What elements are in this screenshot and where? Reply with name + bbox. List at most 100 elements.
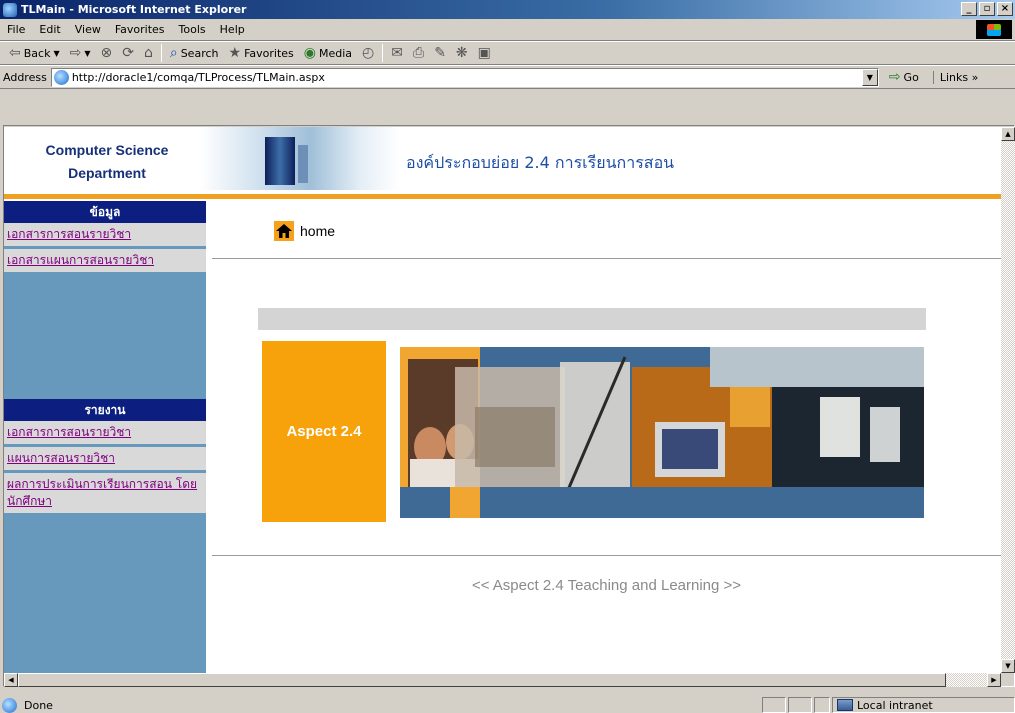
media-button[interactable]: ◉ Media — [299, 45, 357, 61]
discuss-icon: ❋ — [455, 45, 468, 61]
sidebar-heading-report: รายงาน — [4, 399, 206, 421]
home-link[interactable]: home — [274, 221, 335, 241]
home-icon: ⌂ — [143, 45, 153, 61]
sidebar-link-teaching-docs[interactable]: เอกสารการสอนรายวิชา — [4, 223, 206, 249]
header-divider — [4, 194, 1001, 199]
back-dropdown-icon: ▼ — [53, 48, 60, 58]
status-cell — [762, 697, 786, 713]
dept-line1: Computer Science — [45, 142, 169, 158]
home-label: home — [300, 223, 336, 239]
mail-icon: ✉ — [391, 45, 403, 61]
zone-label: Local intranet — [857, 698, 933, 712]
favorites-icon: ★ — [228, 45, 242, 61]
scroll-left-icon[interactable]: ◀ — [4, 673, 18, 687]
menu-edit[interactable]: Edit — [32, 23, 67, 36]
edit-icon: ✎ — [434, 45, 446, 61]
window-title-bar: TLMain - Microsoft Internet Explorer _ ▫… — [0, 0, 1015, 19]
address-dropdown-icon[interactable]: ▼ — [861, 68, 878, 86]
gray-banner-bar — [258, 308, 926, 330]
sidebar-link-teaching-plan-docs[interactable]: เอกสารแผนการสอนรายวิชา — [4, 249, 206, 275]
favorites-label: Favorites — [244, 46, 294, 60]
media-icon: ◉ — [303, 45, 316, 61]
favorites-button[interactable]: ★ Favorites — [224, 45, 299, 61]
page-header: Computer Science Department องค์ประกอบย่… — [4, 127, 1001, 194]
go-button[interactable]: ⇨ Go — [889, 69, 919, 85]
maximize-button[interactable]: ▫ — [979, 2, 995, 16]
sidebar-link-report-teaching-plan[interactable]: แผนการสอนรายวิชา — [4, 447, 206, 473]
links-button[interactable]: Links » — [932, 70, 979, 84]
search-icon: ⌕ — [169, 45, 178, 61]
ie-app-icon — [3, 2, 17, 17]
back-label: Back — [23, 46, 51, 60]
divider — [212, 258, 1001, 259]
sidebar-heading-data: ข้อมูล — [4, 201, 206, 223]
minimize-button[interactable]: _ — [961, 2, 977, 16]
forward-button[interactable]: ⇨ ▼ — [65, 45, 96, 61]
aspect-label-box: Aspect 2.4 — [262, 341, 386, 522]
status-text: Done — [24, 698, 53, 712]
address-label: Address — [3, 70, 47, 84]
history-icon: ◴ — [362, 45, 375, 61]
go-label: Go — [903, 70, 919, 84]
scroll-up-icon[interactable]: ▲ — [1001, 127, 1015, 141]
go-arrow-icon: ⇨ — [888, 69, 901, 85]
window-title: TLMain - Microsoft Internet Explorer — [21, 3, 247, 16]
book-graphic — [298, 145, 308, 183]
horizontal-scrollbar[interactable]: ◀ ▶ — [4, 673, 1001, 687]
home-toolbar-button[interactable]: ⌂ — [139, 45, 158, 61]
web-page: Computer Science Department องค์ประกอบย่… — [4, 127, 1001, 673]
sidebar: ข้อมูล เอกสารการสอนรายวิชา เอกสารแผนการส… — [4, 201, 206, 673]
stop-icon: ⊗ — [100, 45, 113, 61]
security-zone: Local intranet — [832, 697, 1015, 713]
page-icon — [53, 69, 69, 85]
menu-bar: File Edit View Favorites Tools Help — [0, 19, 1015, 41]
messenger-button[interactable]: ▣ — [473, 45, 496, 61]
learning-collage-image — [400, 347, 924, 518]
menu-help[interactable]: Help — [213, 23, 252, 36]
sidebar-link-student-evaluation[interactable]: ผลการประเมินการเรียนการสอน โดยนักศึกษา — [4, 473, 206, 516]
refresh-icon: ⟳ — [122, 45, 134, 61]
menu-view[interactable]: View — [68, 23, 108, 36]
back-button[interactable]: ⇦ Back ▼ — [4, 45, 65, 61]
aspect-label: Aspect 2.4 — [286, 423, 362, 440]
search-button[interactable]: ⌕ Search — [165, 45, 224, 61]
toolbar-separator — [382, 44, 384, 62]
menu-tools[interactable]: Tools — [172, 23, 213, 36]
history-button[interactable]: ◴ — [357, 45, 379, 61]
stop-button[interactable]: ⊗ — [96, 45, 118, 61]
menu-file[interactable]: File — [0, 23, 32, 36]
search-label: Search — [180, 46, 219, 60]
intranet-zone-icon — [837, 699, 853, 711]
page-title: องค์ประกอบย่อย 2.4 การเรียนการสอน — [406, 153, 675, 172]
divider — [212, 555, 1001, 556]
edit-button[interactable]: ✎ — [429, 45, 451, 61]
header-banner-image — [200, 127, 400, 190]
footer-caption: << Aspect 2.4 Teaching and Learning >> — [471, 577, 742, 594]
home-icon — [274, 221, 294, 241]
status-cell — [814, 697, 830, 713]
chevron-right-icon: » — [971, 70, 979, 84]
status-cell — [788, 697, 812, 713]
back-arrow-icon: ⇦ — [9, 45, 21, 61]
scroll-down-icon[interactable]: ▼ — [1001, 659, 1015, 673]
vertical-scrollbar[interactable]: ▲ ▼ — [1001, 127, 1015, 673]
print-button[interactable]: ⎙ — [408, 45, 429, 61]
discuss-button[interactable]: ❋ — [451, 45, 473, 61]
address-input[interactable]: http://doracle1/comqa/TLProcess/TLMain.a… — [50, 67, 879, 87]
address-url: http://doracle1/comqa/TLProcess/TLMain.a… — [71, 70, 325, 84]
dept-line2: Department — [68, 165, 146, 181]
messenger-icon: ▣ — [477, 45, 491, 61]
horizontal-scroll-thumb[interactable] — [18, 673, 946, 687]
media-label: Media — [318, 46, 353, 60]
refresh-button[interactable]: ⟳ — [117, 45, 139, 61]
window-controls: _ ▫ × — [961, 2, 1013, 16]
windows-logo-icon — [976, 20, 1012, 39]
forward-dropdown-icon: ▼ — [84, 48, 91, 58]
scroll-right-icon[interactable]: ▶ — [987, 673, 1001, 687]
close-button[interactable]: × — [997, 2, 1013, 16]
menu-favorites[interactable]: Favorites — [108, 23, 172, 36]
sidebar-link-report-teaching-docs[interactable]: เอกสารการสอนรายวิชา — [4, 421, 206, 447]
mail-button[interactable]: ✉ — [386, 45, 408, 61]
print-icon: ⎙ — [412, 45, 425, 61]
book-graphic — [265, 137, 295, 185]
